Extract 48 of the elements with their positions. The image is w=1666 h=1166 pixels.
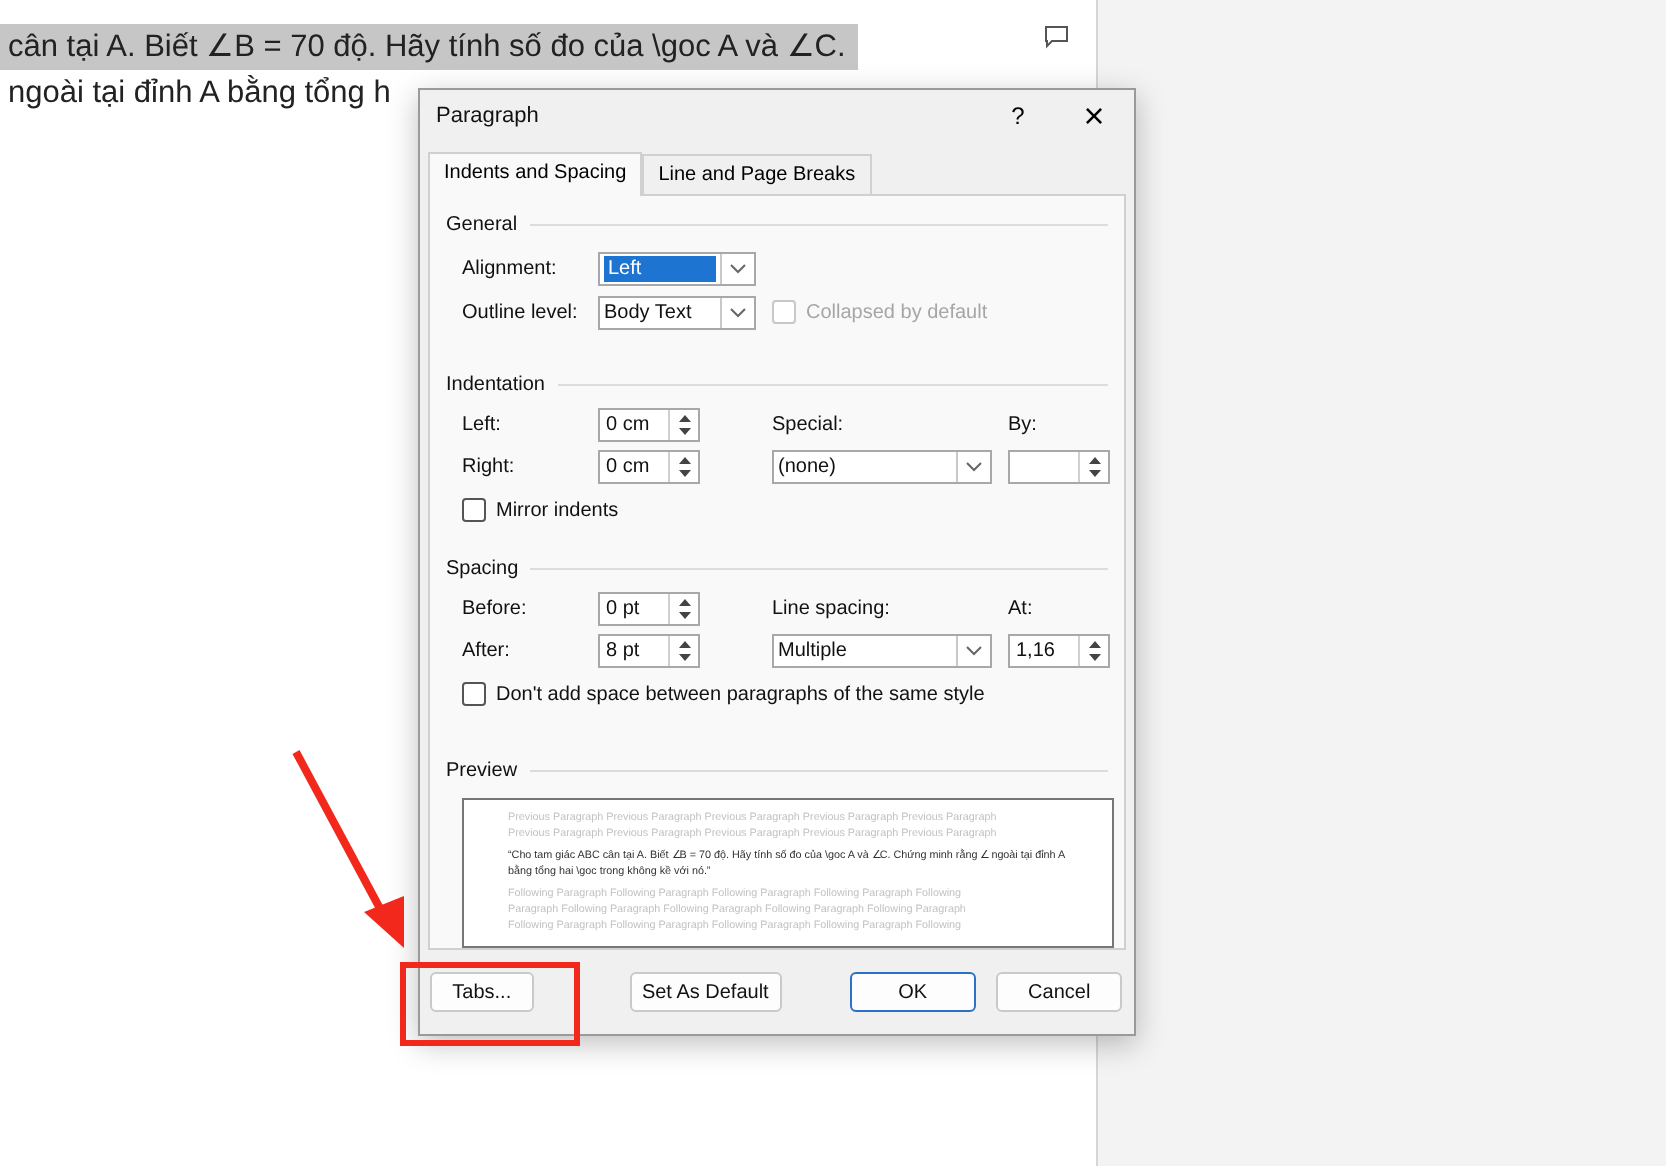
section-heading: General (446, 213, 518, 236)
spin-arrows-icon (677, 414, 691, 437)
dialog-button[interactable]: Set As Default (629, 972, 781, 1013)
field-label: By: (1008, 414, 1039, 437)
field-label: Line spacing: (772, 598, 892, 621)
spin-arrows-icon (1087, 640, 1101, 663)
spinner-field[interactable]: 0 cm (598, 408, 700, 443)
field-label: After: (462, 640, 512, 663)
checkbox[interactable]: Mirror indents (462, 498, 619, 523)
chevron-down-icon (730, 263, 746, 274)
spinner-field[interactable]: 1,16 (1008, 634, 1110, 669)
section-heading: Spacing (446, 557, 519, 580)
dropdown[interactable]: Left (598, 251, 756, 286)
field-label: At: (1008, 598, 1035, 621)
spinner-field[interactable]: 8 pt (598, 634, 700, 669)
spin-arrows-icon (677, 640, 691, 663)
field-label: Right: (462, 456, 517, 479)
section-heading: Indentation (446, 373, 545, 396)
dialog-button[interactable]: OK (849, 972, 977, 1013)
dropdown[interactable]: (none) (772, 450, 992, 485)
dropdown[interactable]: Multiple (772, 634, 992, 669)
spinner-field[interactable] (1008, 450, 1110, 485)
chevron-down-icon (730, 307, 746, 318)
field-label: Before: (462, 598, 529, 621)
tab[interactable]: Indents and Spacing (428, 152, 643, 197)
dropdown[interactable]: Body Text (598, 295, 756, 330)
chevron-down-icon (966, 646, 982, 657)
field-label: Left: (462, 414, 503, 437)
dialog-button[interactable]: Cancel (996, 972, 1122, 1013)
help-button[interactable]: ? (982, 102, 1054, 131)
field-label: Special: (772, 414, 846, 437)
chevron-down-icon (966, 462, 982, 473)
spin-arrows-icon (677, 598, 691, 621)
tab[interactable]: Line and Page Breaks (642, 154, 872, 195)
checkbox[interactable]: Don't add space between paragraphs of the same style (462, 682, 985, 707)
field-label: Alignment: (462, 257, 559, 280)
comment-icon[interactable] (1042, 24, 1070, 50)
spinner-field[interactable]: 0 pt (598, 592, 700, 627)
section-heading: Preview (446, 759, 518, 782)
spin-arrows-icon (677, 456, 691, 479)
dialog-button[interactable]: Tabs... (430, 972, 534, 1013)
document-text: cân tại A. Biết ∠B = 70 độ. Hãy tính số đo của \goc A và ∠C. (0, 24, 858, 70)
spinner-field[interactable]: 0 cm (598, 450, 700, 485)
dialog-title: Paragraph (436, 104, 541, 129)
spin-arrows-icon (1087, 456, 1101, 479)
field-label: Outline level: (462, 301, 580, 324)
close-button[interactable]: × (1054, 98, 1134, 135)
document-text: ngoài tại đỉnh A bằng tổng h (6, 73, 391, 114)
